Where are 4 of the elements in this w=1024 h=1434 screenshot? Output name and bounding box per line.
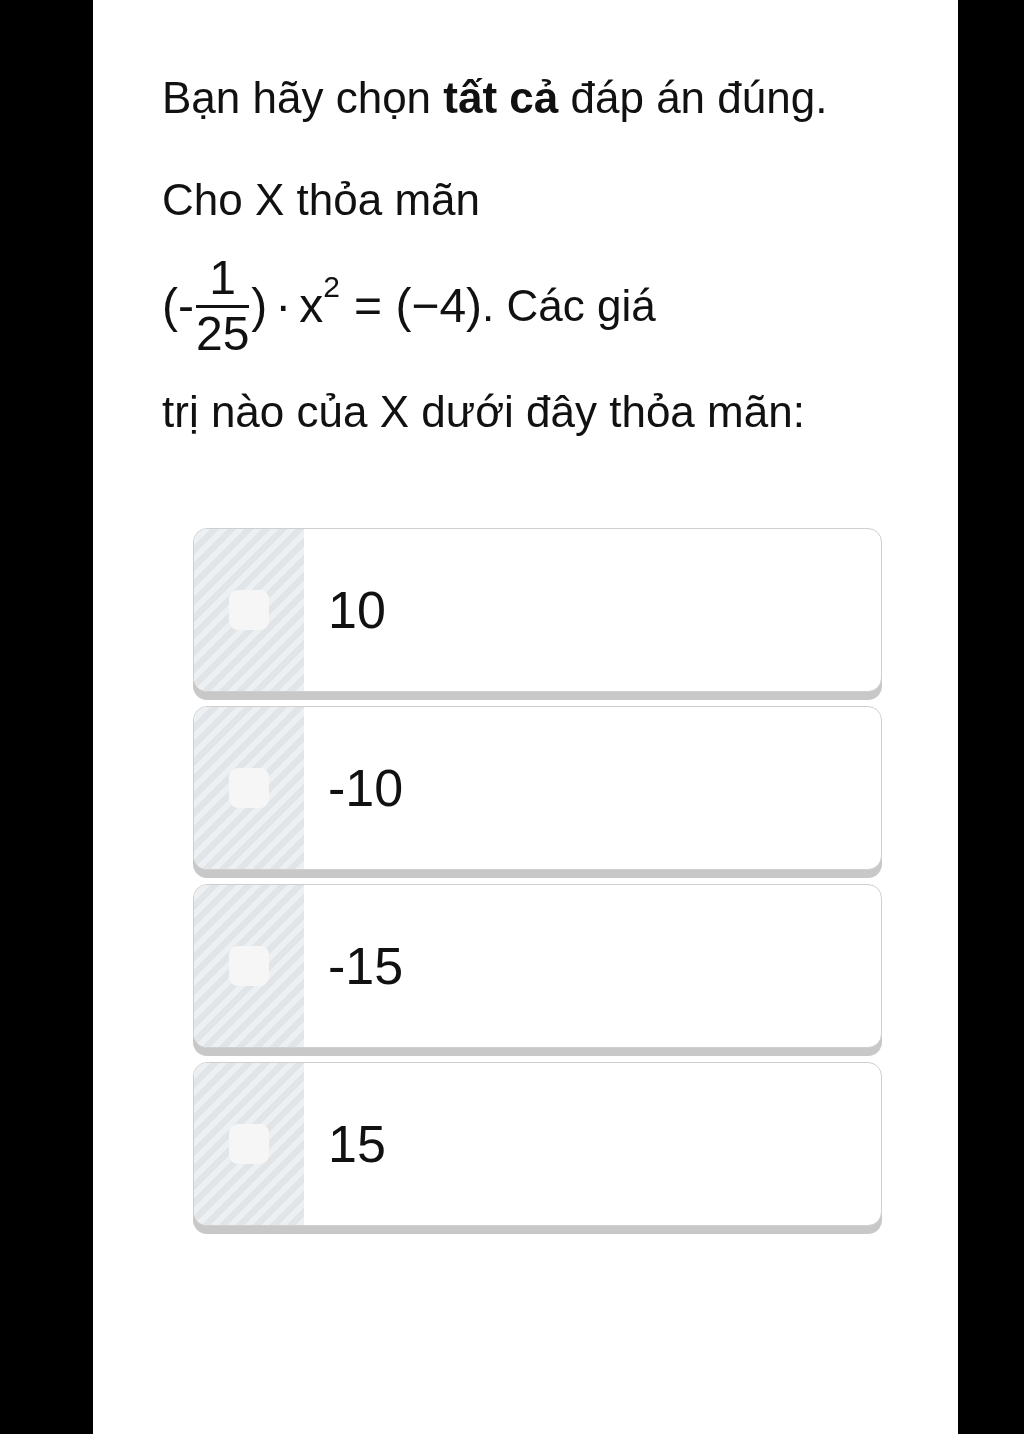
question-text: trị nào của X dưới đây thỏa mãn: xyxy=(162,386,806,438)
question-text: Cho X thỏa mãn xyxy=(162,174,481,226)
question-text: . Các giá xyxy=(482,279,656,332)
instruction-text: Bạn hãy chọn tất cả đáp án đúng. xyxy=(162,72,829,124)
